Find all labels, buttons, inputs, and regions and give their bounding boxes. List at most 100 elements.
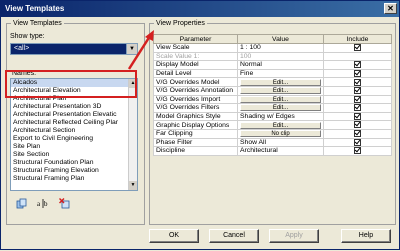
window-title: View Templates	[5, 4, 65, 13]
ok-button[interactable]: OK	[149, 229, 199, 243]
table-row: Model Graphics Style Shading w/ Edges	[153, 111, 392, 122]
value-cell[interactable]: 100	[237, 51, 324, 62]
properties-table: Parameter Value Include View Scale 1 : 10…	[153, 34, 392, 156]
scroll-down-icon[interactable]: ▼	[129, 181, 137, 190]
value-cell[interactable]: Edit...	[237, 94, 324, 105]
include-checkbox[interactable]	[354, 61, 361, 69]
header-parameter[interactable]: Parameter	[153, 34, 238, 44]
list-item[interactable]: Architectural Presentation Elevatic	[11, 111, 128, 119]
table-row: V/G Overrides Model Edit...	[153, 77, 392, 87]
edit-button[interactable]: Edit...	[240, 87, 321, 95]
list-item[interactable]: Structural Framing Plan	[11, 175, 128, 183]
parameter-cell: Discipline	[153, 146, 238, 156]
chevron-down-icon[interactable]: ▼	[126, 44, 137, 54]
value-cell[interactable]: Normal	[237, 60, 324, 70]
properties-body: View Scale 1 : 100 Scale Value 1: 100 Displa…	[153, 43, 392, 156]
view-templates-legend: View Templates	[13, 20, 62, 27]
value-cell[interactable]: Fine	[237, 68, 324, 79]
include-checkbox[interactable]	[354, 104, 361, 112]
include-checkbox[interactable]	[354, 130, 361, 138]
parameter-cell: View Scale	[153, 43, 238, 53]
table-row: V/G Overrides Import Edit...	[153, 94, 392, 105]
svg-text:b: b	[44, 200, 48, 208]
edit-button[interactable]: Edit...	[240, 104, 321, 112]
parameter-cell: Far Clipping	[153, 128, 238, 139]
show-type-dropdown[interactable]: <all> ▼	[10, 43, 138, 55]
cancel-button[interactable]: Cancel	[209, 229, 259, 243]
table-row: Display Model Normal	[153, 60, 392, 70]
rename-icon[interactable]: a b	[37, 198, 48, 209]
list-item[interactable]: Export to Civil Engineering	[11, 135, 128, 143]
edit-button[interactable]: No clip	[240, 130, 321, 138]
value-cell[interactable]: No clip	[237, 128, 324, 139]
annotation-highlight-box	[5, 70, 137, 98]
list-item[interactable]: Structural Framing Elevation	[11, 167, 128, 175]
include-cell	[323, 51, 392, 62]
include-cell	[323, 68, 392, 79]
parameter-cell: Detail Level	[153, 68, 238, 79]
include-cell	[323, 128, 392, 139]
list-item[interactable]: Architectural Presentation 3D	[11, 103, 128, 111]
include-cell	[323, 60, 392, 70]
table-row: Detail Level Fine	[153, 68, 392, 79]
include-cell	[323, 111, 392, 122]
include-cell	[323, 137, 392, 148]
value-cell[interactable]: Shading w/ Edges	[237, 111, 324, 122]
table-row: V/G Overrides Annotation Edit...	[153, 85, 392, 96]
title-bar[interactable]: View Templates ✕	[1, 1, 399, 17]
table-row: V/G Overrides Filters Edit...	[153, 103, 392, 113]
include-cell	[323, 77, 392, 87]
include-cell	[323, 85, 392, 96]
value-cell[interactable]: Architectural	[237, 146, 324, 156]
value-cell[interactable]: Edit...	[237, 103, 324, 113]
close-button[interactable]: ✕	[384, 3, 397, 14]
list-item[interactable]: Site Section	[11, 151, 128, 159]
value-cell[interactable]: Edit...	[237, 85, 324, 96]
include-cell	[323, 120, 392, 130]
list-item[interactable]: Architectural Section	[11, 127, 128, 135]
duplicate-icon[interactable]	[16, 198, 27, 209]
parameter-cell: Scale Value 1:	[153, 51, 238, 62]
show-type-label: Show type:	[10, 33, 45, 40]
table-row: Phase Filter Show All	[153, 137, 392, 148]
parameter-cell: V/G Overrides Annotation	[153, 85, 238, 96]
include-checkbox[interactable]	[354, 113, 361, 120]
include-cell	[323, 43, 392, 53]
view-templates-dialog: View Templates ✕ View Templates Show typ…	[0, 0, 400, 250]
parameter-cell: V/G Overrides Model	[153, 77, 238, 87]
value-cell[interactable]: Show All	[237, 137, 324, 148]
list-item[interactable]: Architectural Reflected Ceiling Plar	[11, 119, 128, 127]
edit-button[interactable]: Edit...	[240, 96, 321, 103]
include-checkbox[interactable]	[354, 87, 361, 95]
value-cell[interactable]: 1 : 100	[237, 43, 324, 53]
value-cell[interactable]: Edit...	[237, 120, 324, 130]
list-item[interactable]: Site Plan	[11, 143, 128, 151]
parameter-cell: Display Model	[153, 60, 238, 70]
include-checkbox[interactable]	[354, 138, 361, 146]
value-cell[interactable]: Edit...	[237, 77, 324, 87]
edit-button[interactable]: Edit...	[240, 121, 321, 129]
include-checkbox[interactable]	[354, 70, 361, 77]
include-checkbox[interactable]	[354, 44, 361, 52]
view-properties-legend: View Properties	[156, 20, 205, 27]
parameter-cell: Phase Filter	[153, 137, 238, 148]
include-checkbox[interactable]	[354, 96, 361, 103]
list-item[interactable]: Structural Foundation Plan	[11, 159, 128, 167]
include-checkbox[interactable]	[354, 121, 361, 129]
delete-icon[interactable]	[59, 198, 70, 209]
parameter-cell: V/G Overrides Import	[153, 94, 238, 105]
edit-button[interactable]: Edit...	[240, 78, 321, 86]
table-row: Graphic Display Options Edit...	[153, 120, 392, 130]
header-value[interactable]: Value	[237, 34, 324, 44]
header-include[interactable]: Include	[323, 34, 392, 44]
table-row: Scale Value 1: 100	[153, 51, 392, 62]
parameter-cell: Graphic Display Options	[153, 120, 238, 130]
parameter-cell: V/G Overrides Filters	[153, 103, 238, 113]
include-checkbox[interactable]	[354, 78, 361, 86]
properties-header-row: Parameter Value Include	[153, 34, 392, 44]
help-button[interactable]: Help	[341, 229, 391, 243]
apply-button[interactable]: Apply	[269, 229, 319, 243]
include-checkbox[interactable]	[354, 147, 361, 155]
include-cell	[323, 94, 392, 105]
parameter-cell: Model Graphics Style	[153, 111, 238, 122]
